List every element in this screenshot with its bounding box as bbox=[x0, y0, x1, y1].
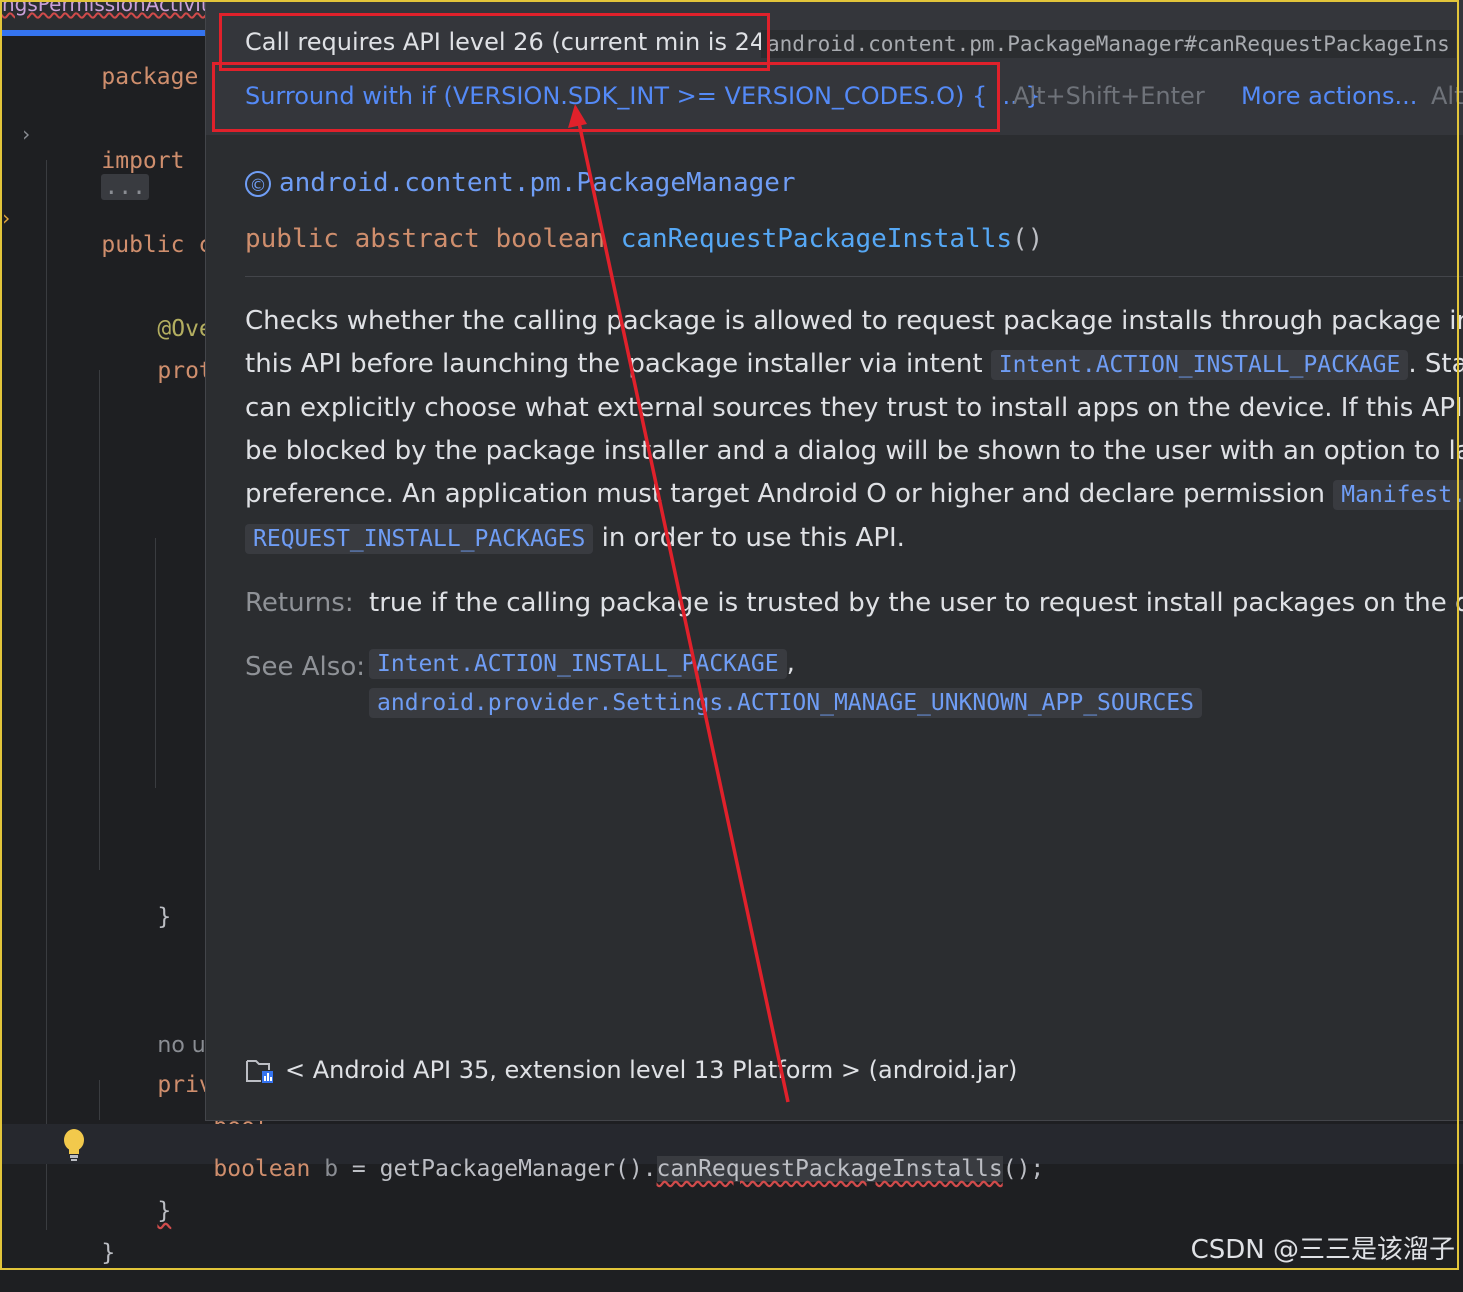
desc-line: Checks whether the calling package is al… bbox=[245, 300, 1463, 343]
method-description: Checks whether the calling package is al… bbox=[245, 300, 1463, 561]
popup-header bbox=[206, 0, 1463, 135]
see-also-separator: , bbox=[786, 648, 795, 678]
see-also-item: android.provider.Settings.ACTION_MANAGE_… bbox=[369, 688, 1202, 718]
desc-line: be blocked by the package installer and … bbox=[245, 430, 1463, 473]
returns-value: true if the calling package is trusted b… bbox=[369, 588, 1463, 618]
close-brace: } bbox=[157, 904, 172, 930]
declaring-class-link[interactable]: android.content.pm.PackageManager bbox=[279, 168, 796, 198]
returns-label: Returns: bbox=[245, 588, 354, 618]
library-folder-icon bbox=[246, 1060, 273, 1083]
indent-guide bbox=[99, 1080, 100, 1120]
see-also-item: Intent.ACTION_INSTALL_PACKAGE, bbox=[369, 648, 795, 679]
code-line-caret[interactable]: boolean b = getPackageManager().canReque… bbox=[158, 1130, 1044, 1208]
library-footer-text: < Android API 35, extension level 13 Pla… bbox=[285, 1056, 1018, 1084]
desc-text: Checks whether the calling package is al… bbox=[245, 306, 1463, 336]
method-signature: public abstract boolean canRequestPackag… bbox=[245, 224, 1043, 254]
see-also-link[interactable]: Intent.ACTION_INSTALL_PACKAGE bbox=[369, 649, 787, 679]
desc-text: . Start bbox=[1408, 349, 1463, 379]
desc-line: can explicitly choose what external sour… bbox=[245, 387, 1463, 430]
class-icon: © bbox=[245, 170, 271, 197]
more-actions-shortcut: Alt bbox=[1431, 82, 1463, 110]
desc-text: can explicitly choose what external sour… bbox=[245, 393, 1463, 423]
indent-guide bbox=[99, 370, 100, 870]
surround-with-if-action[interactable]: Surround with if (VERSION.SDK_INT >= VER… bbox=[245, 82, 1041, 110]
call-tail: (); bbox=[1002, 1156, 1045, 1182]
import-keyword: import bbox=[101, 148, 185, 174]
get-package-manager-call: getPackageManager(). bbox=[379, 1156, 657, 1182]
desc-text: this API before launching the package in… bbox=[245, 349, 991, 379]
variable-b: b bbox=[324, 1156, 339, 1182]
assign-operator: = bbox=[338, 1156, 380, 1182]
watermark: CSDN @三三是该溜子 bbox=[1190, 1235, 1455, 1265]
code-link-action-install-package[interactable]: Intent.ACTION_INSTALL_PACKAGE bbox=[990, 350, 1409, 380]
see-also-link[interactable]: android.provider.Settings.ACTION_MANAGE_… bbox=[369, 688, 1202, 718]
run-gutter-icon[interactable]: › bbox=[0, 206, 12, 230]
more-actions-link[interactable]: More actions... bbox=[1241, 82, 1417, 110]
error-title: Call requires API level 26 (current min … bbox=[245, 28, 783, 56]
active-tab-indicator bbox=[0, 30, 205, 36]
indent-guide bbox=[155, 538, 156, 788]
code-line-close-method[interactable]: } bbox=[102, 878, 171, 956]
boolean-type: boolean bbox=[213, 1156, 311, 1182]
error-method-call[interactable]: canRequestPackageInstalls bbox=[656, 1156, 1003, 1182]
signature-method-name: canRequestPackageInstalls bbox=[620, 224, 1013, 254]
close-brace: } bbox=[157, 1198, 172, 1224]
folded-imports[interactable]: ... bbox=[101, 174, 149, 200]
desc-line: this API before launching the package in… bbox=[245, 343, 1463, 387]
desc-text: preference. An application must target A… bbox=[245, 479, 1334, 509]
desc-text: be blocked by the package installer and … bbox=[245, 436, 1463, 466]
declaring-class[interactable]: © android.content.pm.PackageManager bbox=[245, 168, 796, 198]
lightbulb-icon[interactable] bbox=[62, 1128, 86, 1162]
desc-line: preference. An application must target A… bbox=[245, 473, 1463, 517]
desc-line: REQUEST_INSTALL_PACKAGES in order to use… bbox=[245, 517, 1463, 561]
code-line-brace-outer[interactable]: } bbox=[46, 1214, 115, 1292]
code-link-manifest-permission[interactable]: Manifest.pe bbox=[1333, 480, 1463, 510]
close-brace: } bbox=[101, 1240, 116, 1266]
indent-guide bbox=[46, 160, 47, 1230]
signature-parens: () bbox=[1012, 224, 1044, 254]
code-link-request-install-packages[interactable]: REQUEST_INSTALL_PACKAGES bbox=[245, 524, 594, 554]
expand-fold-icon[interactable]: › bbox=[20, 122, 32, 146]
library-footer: < Android API 35, extension level 13 Pla… bbox=[245, 1056, 1017, 1085]
desc-text: in order to use this API. bbox=[593, 523, 905, 553]
tab-title: ngsPermissionActivity.java bbox=[2, 0, 205, 16]
see-also-label: See Also: bbox=[245, 652, 365, 682]
signature-modifiers: public abstract boolean bbox=[245, 224, 621, 254]
quick-doc-popup[interactable]: Call requires API level 26 (current min … bbox=[205, 0, 1463, 1121]
divider bbox=[245, 276, 1463, 277]
fix-shortcut: Alt+Shift+Enter bbox=[1013, 82, 1205, 110]
error-reference: android.content.pm.PackageManager#canReq… bbox=[761, 30, 1456, 58]
editor-tab[interactable]: ngsPermissionActivity.java bbox=[0, 0, 205, 30]
